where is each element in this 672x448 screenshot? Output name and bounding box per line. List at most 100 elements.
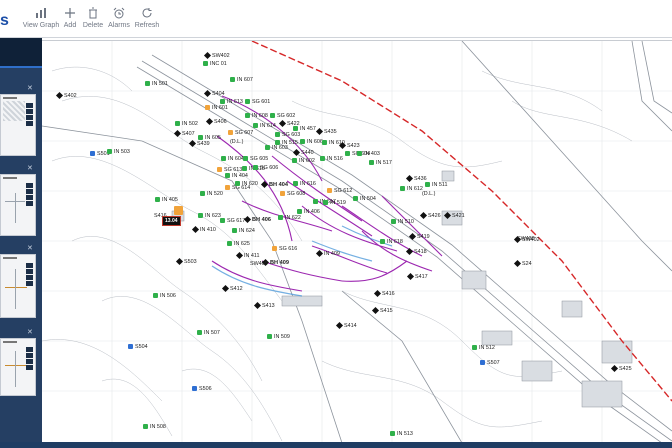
instrument-label[interactable]: IN 622 <box>285 215 301 221</box>
instrument-label[interactable]: IN 506 <box>160 293 176 299</box>
instrument-marker[interactable] <box>145 81 150 86</box>
instrument-label[interactable]: (D.L.) <box>230 139 243 145</box>
instrument-marker[interactable] <box>369 160 374 165</box>
instrument-marker[interactable] <box>275 132 280 137</box>
instrument-marker[interactable] <box>480 360 485 365</box>
instrument-marker[interactable] <box>220 218 225 223</box>
instrument-marker[interactable] <box>205 105 210 110</box>
instrument-label[interactable]: S504 <box>135 344 148 350</box>
instrument-label[interactable]: SW402 <box>212 53 230 59</box>
instrument-marker[interactable] <box>203 61 208 66</box>
instrument-marker[interactable] <box>323 200 328 205</box>
instrument-label[interactable]: IN 604 <box>228 156 244 162</box>
instrument-label[interactable]: (D.L.) <box>422 191 435 197</box>
instrument-label[interactable]: IN 512 <box>479 345 495 351</box>
instrument-marker[interactable] <box>300 139 305 144</box>
instrument-label[interactable]: S24 <box>522 261 532 267</box>
instrument-marker[interactable] <box>292 158 297 163</box>
instrument-label[interactable]: SG 601 <box>252 99 270 105</box>
instrument-label[interactable]: IN 614 <box>260 123 276 129</box>
instrument-marker[interactable] <box>272 246 277 251</box>
instrument-label[interactable]: IN 616 <box>300 181 316 187</box>
instrument-marker[interactable] <box>265 145 270 150</box>
instrument-marker[interactable] <box>200 191 205 196</box>
instrument-label[interactable]: S402 <box>64 93 77 99</box>
instrument-marker[interactable] <box>425 182 430 187</box>
instrument-label[interactable]: S417 <box>415 274 428 280</box>
alarm-value-badge[interactable]: 13.04 <box>162 216 181 226</box>
instrument-marker[interactable] <box>197 330 202 335</box>
instrument-label[interactable]: S412 <box>230 286 243 292</box>
instrument-marker[interactable] <box>400 186 405 191</box>
instrument-label[interactable]: S440 <box>301 150 314 156</box>
instrument-marker[interactable] <box>280 191 285 196</box>
instrument-label[interactable]: IN 411 <box>244 253 259 259</box>
instrument-label[interactable]: IN 623 <box>205 213 221 219</box>
instrument-label[interactable]: S425 <box>619 366 632 372</box>
instrument-label[interactable]: SG 607 <box>235 130 253 136</box>
instrument-label[interactable]: S419 <box>417 234 430 240</box>
instrument-marker[interactable] <box>245 113 250 118</box>
instrument-marker[interactable] <box>391 219 396 224</box>
instrument-label[interactable]: IN 410 <box>200 227 216 233</box>
instrument-label[interactable]: IN 405 <box>162 197 178 203</box>
instrument-marker[interactable] <box>322 140 327 145</box>
instrument-marker[interactable] <box>128 344 133 349</box>
graph-thumbnail-1[interactable] <box>0 94 36 156</box>
instrument-label[interactable]: SG 606 <box>260 165 278 171</box>
instrument-label[interactable]: IN 612 <box>407 186 423 192</box>
instrument-label[interactable]: IN 457 <box>300 126 316 132</box>
instrument-label[interactable]: IN 507 <box>204 330 220 336</box>
instrument-marker[interactable] <box>245 99 250 104</box>
instrument-marker[interactable] <box>327 188 332 193</box>
instrument-label[interactable]: SG 603 <box>282 132 300 138</box>
close-icon[interactable]: ✕ <box>27 244 33 252</box>
instrument-marker[interactable] <box>345 151 350 156</box>
instrument-marker[interactable] <box>278 215 283 220</box>
instrument-marker[interactable] <box>293 181 298 186</box>
instrument-label[interactable]: S413 <box>262 303 275 309</box>
instrument-marker[interactable] <box>353 196 358 201</box>
instrument-label[interactable]: SW405 <box>250 261 268 267</box>
instrument-label[interactable]: S439 <box>197 141 210 147</box>
instrument-label[interactable]: IN 520 <box>207 191 223 197</box>
instrument-label[interactable]: S418 <box>414 249 427 255</box>
instrument-label[interactable]: IN 403 <box>364 151 380 157</box>
instrument-marker[interactable] <box>313 199 318 204</box>
instrument-marker[interactable] <box>242 166 247 171</box>
instrument-label[interactable]: INC 01 <box>210 61 227 67</box>
instrument-label[interactable]: IN 501 <box>152 81 168 87</box>
instrument-label[interactable]: BH 404 <box>269 182 288 188</box>
instrument-label[interactable]: IN 519 <box>330 200 346 206</box>
instrument-label[interactable]: IN 511 <box>432 182 447 188</box>
instrument-label[interactable]: SG 602 <box>277 113 295 119</box>
instrument-marker[interactable] <box>253 123 258 128</box>
instrument-label[interactable]: SG 608 <box>287 191 305 197</box>
instrument-marker[interactable] <box>390 431 395 436</box>
instrument-label[interactable]: S414 <box>344 323 357 329</box>
instrument-marker[interactable] <box>153 293 158 298</box>
instrument-marker[interactable] <box>227 241 232 246</box>
instrument-marker[interactable] <box>235 181 240 186</box>
instrument-label[interactable]: IN 618 <box>387 239 403 245</box>
instrument-marker[interactable] <box>143 424 148 429</box>
instrument-marker[interactable] <box>175 121 180 126</box>
instrument-label[interactable]: S415 <box>380 308 393 314</box>
instrument-label[interactable]: S404 <box>212 91 225 97</box>
graph-thumbnail-4[interactable] <box>0 338 36 396</box>
instrument-marker[interactable] <box>267 334 272 339</box>
instrument-label[interactable]: IN 606 <box>307 139 323 145</box>
instrument-marker[interactable] <box>225 173 230 178</box>
instrument-label[interactable]: BH 406 <box>252 217 271 223</box>
instrument-marker[interactable] <box>320 156 325 161</box>
instrument-marker[interactable] <box>270 113 275 118</box>
instrument-label[interactable]: S506 <box>199 386 212 392</box>
instrument-label[interactable]: S423 <box>347 143 360 149</box>
graph-thumbnail-2[interactable] <box>0 174 36 236</box>
instrument-label[interactable]: IN 406 <box>304 209 320 215</box>
instrument-marker[interactable] <box>357 151 362 156</box>
instrument-marker[interactable] <box>275 140 280 145</box>
instrument-label[interactable]: IN 504 <box>360 196 376 202</box>
close-icon[interactable]: ✕ <box>27 164 33 172</box>
instrument-marker[interactable] <box>297 209 302 214</box>
